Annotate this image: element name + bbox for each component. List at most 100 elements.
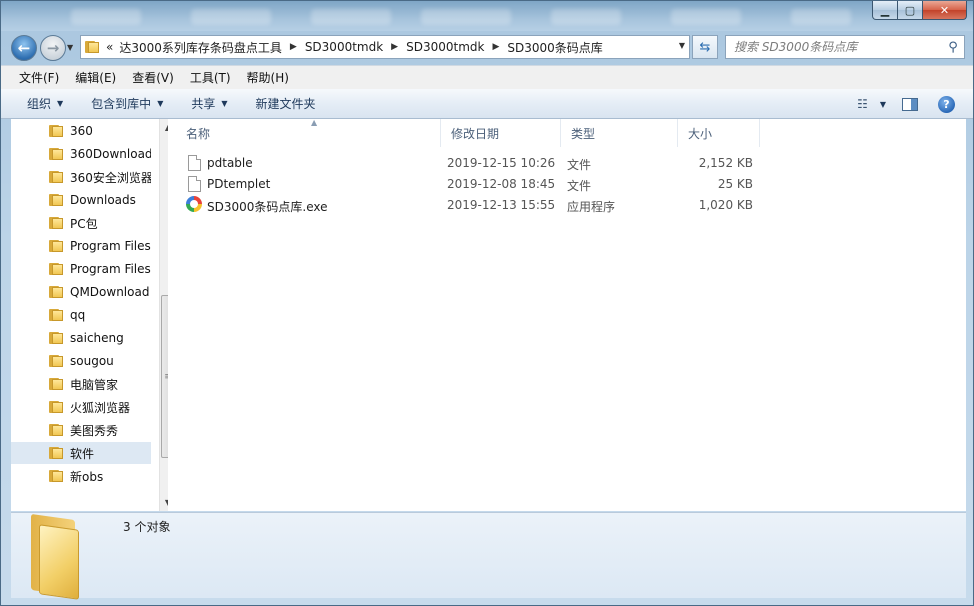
column-header-label: 大小 [688, 126, 713, 141]
new-folder-button[interactable]: 新建文件夹 [246, 95, 326, 112]
column-header-name[interactable]: 名称 ▲ [176, 118, 441, 147]
tree-item-label: sougou [70, 354, 114, 368]
file-row[interactable]: SD3000条码点库.exe 2019-12-13 15:55 应用程序 1,0… [184, 195, 764, 216]
file-name: pdtable [207, 156, 253, 170]
tree-item-label: 360Download [70, 147, 151, 161]
breadcrumb-chevron-icon[interactable]: ▶ [290, 42, 297, 52]
blurred-taskbar-item [421, 9, 511, 25]
file-row[interactable]: pdtable 2019-12-15 10:26 文件 2,152 KB [184, 153, 764, 174]
tree-item[interactable]: 新obs [11, 465, 151, 487]
chevron-down-icon: ▼ [221, 99, 228, 108]
tree-item[interactable]: Program Files [11, 235, 151, 257]
folder-icon [49, 193, 64, 207]
help-icon[interactable]: ? [938, 95, 955, 113]
tree-item[interactable]: 美图秀秀 [11, 419, 151, 441]
tree-item-label: 软件 [70, 446, 95, 461]
menu-edit[interactable]: 编辑(E) [67, 69, 124, 86]
file-row[interactable]: PDtemplet 2019-12-08 18:45 文件 25 KB [184, 174, 764, 195]
column-header-size[interactable]: 大小 [678, 119, 760, 147]
view-controls: ☷ ▼ ? [857, 89, 955, 119]
blurred-taskbar-item [551, 9, 621, 25]
share-label: 共享 [191, 97, 216, 111]
explorer-window: ▁ ▢ ✕ ← → ▼ « 达3000系列库存条码盘点工具 ▶ SD3000tm… [0, 0, 974, 606]
file-size: 25 KB [717, 177, 753, 191]
breadcrumb-item[interactable]: SD3000tmdk [406, 40, 484, 54]
menu-file[interactable]: 文件(F) [11, 69, 67, 86]
tree-item[interactable]: saicheng [11, 327, 151, 349]
folder-icon [49, 331, 64, 345]
folder-icon [49, 262, 64, 276]
organize-label: 组织 [27, 97, 52, 111]
menu-bar: 文件(F) 编辑(E) 查看(V) 工具(T) 帮助(H) [1, 65, 973, 89]
chevron-down-icon: ▼ [57, 99, 64, 108]
tree-item[interactable]: Program Files [11, 258, 151, 280]
change-view-button[interactable]: ☷ ▼ [857, 97, 886, 111]
tree-item[interactable]: sougou [11, 350, 151, 372]
tree-item[interactable]: PC包 [11, 212, 151, 234]
minimize-icon: ▁ [880, 3, 890, 17]
file-icon [188, 155, 201, 171]
tree-item[interactable]: 电脑管家 [11, 373, 151, 395]
breadcrumb-chevron-icon[interactable]: ▶ [492, 42, 499, 52]
close-button[interactable]: ✕ [923, 1, 967, 20]
maximize-button[interactable]: ▢ [898, 1, 923, 20]
folder-icon [49, 239, 64, 253]
breadcrumb-item[interactable]: SD3000tmdk [305, 40, 383, 54]
back-button[interactable]: ← [11, 35, 37, 61]
tree-item-label: PC包 [70, 216, 98, 231]
sort-ascending-icon: ▲ [311, 118, 318, 127]
navigation-pane: 360 360Download 360安全浏览器 Downloads PC包 P… [11, 119, 176, 511]
search-box: ⚲ [725, 35, 965, 59]
preview-pane-icon[interactable] [902, 97, 918, 111]
tree-item-label: Downloads [70, 193, 136, 207]
file-size: 2,152 KB [698, 156, 753, 170]
tree-item-selected[interactable]: 软件 [11, 442, 151, 464]
breadcrumb-overflow[interactable]: « [106, 40, 113, 54]
file-type: 文件 [567, 158, 592, 172]
item-count: 3 个对象 [123, 520, 171, 534]
tree-item[interactable]: 360安全浏览器 [11, 166, 151, 188]
command-bar: 组织 ▼ 包含到库中 ▼ 共享 ▼ 新建文件夹 ☷ ▼ ? [1, 89, 973, 119]
blurred-taskbar-item [191, 9, 271, 25]
tree-item-label: 火狐浏览器 [70, 400, 131, 415]
blurred-taskbar-item [671, 9, 741, 25]
search-icon[interactable]: ⚲ [942, 40, 964, 55]
column-header-modified[interactable]: 修改日期 [441, 119, 561, 147]
tree-item[interactable]: Downloads [11, 189, 151, 211]
tree-item[interactable]: 火狐浏览器 [11, 396, 151, 418]
minimize-button[interactable]: ▁ [872, 1, 898, 20]
column-header-label: 类型 [571, 126, 596, 141]
address-bar[interactable]: « 达3000系列库存条码盘点工具 ▶ SD3000tmdk ▶ SD3000t… [80, 35, 690, 59]
include-in-library-button[interactable]: 包含到库中 ▼ [81, 95, 173, 112]
tree-item-label: 360安全浏览器 [70, 170, 151, 185]
tree-item-label: 新obs [70, 469, 104, 484]
menu-help[interactable]: 帮助(H) [239, 69, 297, 86]
organize-button[interactable]: 组织 ▼ [17, 95, 73, 112]
folder-icon [49, 147, 64, 161]
tree-item[interactable]: 360Download [11, 143, 151, 165]
breadcrumb-item[interactable]: SD3000条码点库 [507, 39, 602, 56]
new-folder-label: 新建文件夹 [255, 97, 316, 111]
blurred-taskbar-item [311, 9, 391, 25]
navigation-row: ← → ▼ « 达3000系列库存条码盘点工具 ▶ SD3000tmdk ▶ S… [1, 31, 973, 63]
menu-tools[interactable]: 工具(T) [182, 69, 239, 86]
share-button[interactable]: 共享 ▼ [181, 95, 237, 112]
breadcrumb-item[interactable]: 达3000系列库存条码盘点工具 [119, 39, 282, 56]
blurred-taskbar-item [791, 9, 851, 25]
file-name: SD3000条码点库.exe [207, 200, 328, 214]
menu-view[interactable]: 查看(V) [124, 69, 182, 86]
refresh-button[interactable]: ⇆ [692, 35, 718, 59]
tree-item[interactable]: 360 [11, 120, 151, 142]
forward-button[interactable]: → [40, 35, 66, 61]
column-header-type[interactable]: 类型 [561, 119, 678, 147]
folder-icon [49, 446, 64, 460]
tree-item[interactable]: qq [11, 304, 151, 326]
file-modified: 2019-12-08 18:45 [447, 177, 556, 191]
tree-item-label: Program Files [70, 239, 151, 253]
column-header-label: 名称 [186, 126, 211, 141]
tree-item[interactable]: QMDownload [11, 281, 151, 303]
recent-pages-dropdown[interactable]: ▼ [67, 43, 73, 52]
address-dropdown-icon[interactable]: ▼ [679, 41, 685, 50]
search-input[interactable] [726, 40, 942, 54]
breadcrumb-chevron-icon[interactable]: ▶ [391, 42, 398, 52]
